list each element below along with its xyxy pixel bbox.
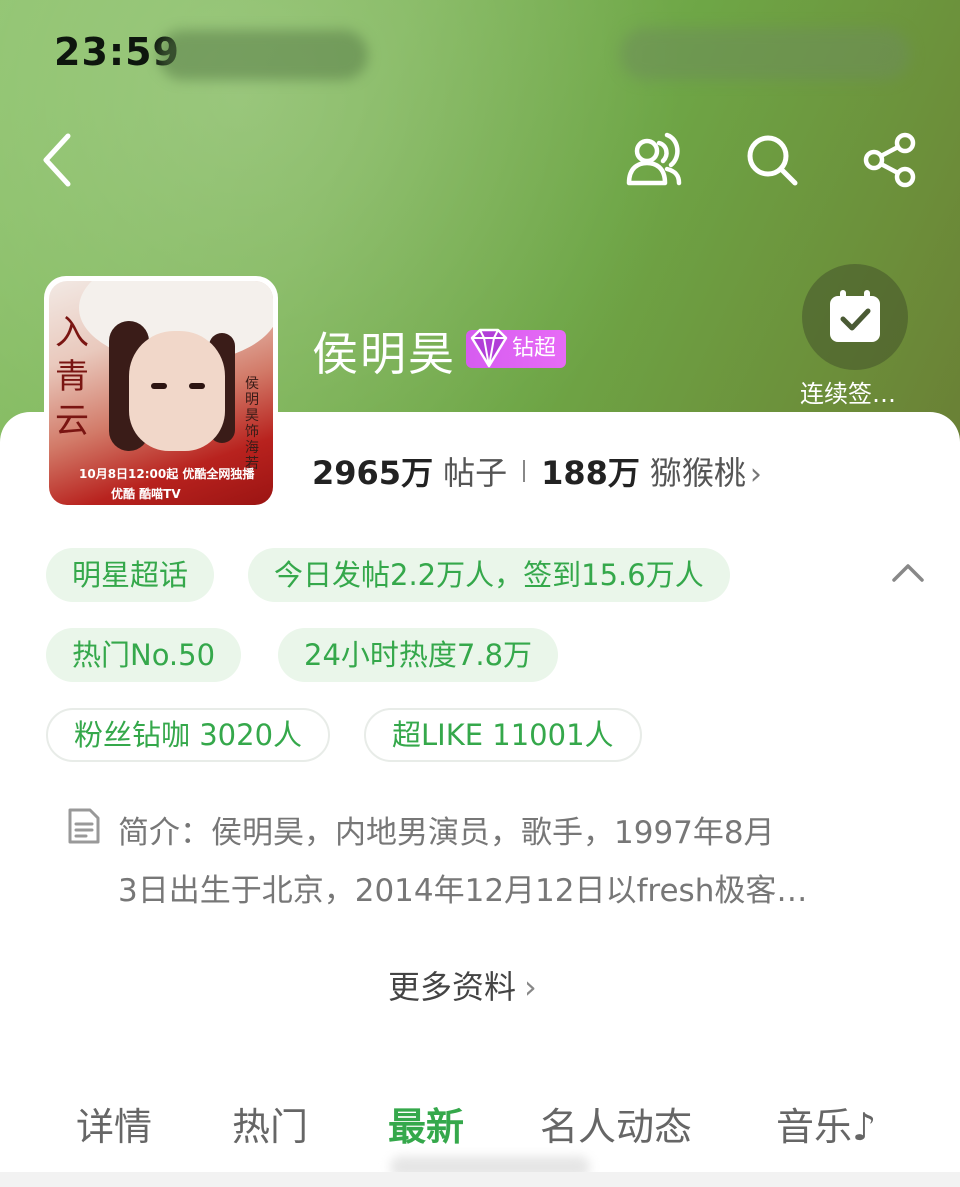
posts-label: 帖子: [443, 454, 508, 492]
tab-music[interactable]: 音乐♪: [776, 1096, 876, 1151]
chip-category[interactable]: 明星超话: [46, 548, 215, 602]
document-icon: [68, 808, 100, 844]
diamond-badge[interactable]: 钻超: [466, 328, 567, 368]
chevron-right-icon: ›: [749, 457, 762, 492]
intro-text: 简介：侯明昊，内地男演员，歌手，1997年8月 3日出生于北京，2014年12月…: [118, 804, 898, 920]
share-button[interactable]: [858, 128, 922, 192]
topic-stats: 2965万 帖子 188万 猕猴桃 ›: [312, 448, 762, 494]
fans-label[interactable]: 猕猴桃: [650, 448, 746, 494]
chevron-up-icon[interactable]: [886, 552, 930, 592]
checkin-label: 连续签…: [800, 380, 896, 408]
chip-rank[interactable]: 热门No.50: [46, 628, 242, 682]
search-button[interactable]: [740, 128, 804, 192]
avatar-calligraphy: 入青云: [55, 313, 89, 441]
topic-avatar[interactable]: 入青云 侯明昊 饰 海若 10月8日12:00起 优酷全网独播 优酷 酷喵TV: [44, 276, 278, 510]
supertopic-page: 23:59 连续签… 入青云 侯明昊 饰 海若 10月8日12:00起 优酷全网…: [0, 0, 960, 1187]
chip-diamond-fans[interactable]: 粉丝钻咖 3020人: [46, 708, 331, 762]
chip-daily-stats[interactable]: 今日发帖2.2万人，签到15.6万人: [248, 548, 730, 602]
info-card: [0, 412, 960, 1187]
back-button[interactable]: [26, 128, 90, 192]
intro-line-2: 3日出生于北京，2014年12月12日以fresh极客…: [118, 873, 808, 909]
status-blur-left: [158, 30, 368, 80]
checkin-button[interactable]: [802, 264, 908, 370]
people-icon: [626, 132, 682, 186]
people-button[interactable]: [622, 128, 686, 192]
calendar-check-icon: [830, 290, 880, 342]
search-icon: [747, 135, 798, 186]
fans-count: 188万: [541, 454, 640, 492]
bottom-divider: [0, 1172, 960, 1187]
topic-name: 侯明昊: [312, 327, 456, 381]
posts-count: 2965万: [312, 454, 434, 492]
tab-celebrity-updates[interactable]: 名人动态: [540, 1096, 692, 1151]
chevron-right-icon: ›: [524, 968, 537, 1006]
chip-super-like[interactable]: 超LIKE 11001人: [364, 708, 642, 762]
chip-heat[interactable]: 24小时热度7.8万: [278, 628, 559, 682]
intro-line-1: 简介：侯明昊，内地男演员，歌手，1997年8月: [118, 815, 775, 851]
tab-hot[interactable]: 热门: [232, 1096, 308, 1151]
status-blur-right: [620, 28, 910, 80]
stats-divider: [523, 460, 526, 482]
more-info-label: 更多资料: [388, 968, 517, 1006]
chevron-left-icon: [43, 133, 71, 187]
avatar-subtitle: 侯明昊 饰 海若: [245, 376, 259, 472]
badge-label: 钻超: [512, 336, 557, 361]
avatar-brand-text: 优酷 酷喵TV: [111, 487, 181, 501]
diamond-icon: [470, 328, 508, 368]
tab-latest[interactable]: 最新: [388, 1096, 464, 1151]
avatar-date-text: 10月8日12:00起 优酷全网独播: [79, 467, 255, 481]
share-icon: [863, 132, 916, 188]
more-info-link[interactable]: 更多资料 ›: [388, 962, 537, 1008]
avatar-image: 入青云 侯明昊 饰 海若 10月8日12:00起 优酷全网独播 优酷 酷喵TV: [49, 281, 273, 505]
tab-details[interactable]: 详情: [76, 1096, 152, 1151]
